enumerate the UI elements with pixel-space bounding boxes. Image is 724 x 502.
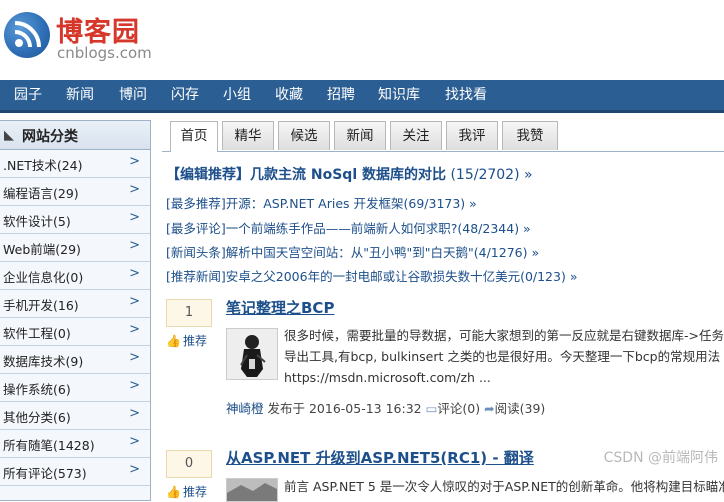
sidebar-item-label: 软件设计(5) xyxy=(3,214,71,229)
comment-icon: ▭ xyxy=(425,401,438,416)
thumb-up-icon: 👍 xyxy=(166,485,181,499)
sidebar-item-label: 其他分类(6) xyxy=(3,410,71,425)
sidebar-item-label: 企业信息化(0) xyxy=(3,270,84,285)
sidebar-item[interactable]: 企业信息化(0) > xyxy=(0,262,150,290)
main-nav: 园子 新闻 博问 闪存 小组 收藏 招聘 知识库 找找看 xyxy=(0,80,724,113)
post-comments[interactable]: 评论(0) xyxy=(437,401,480,416)
sidebar-item[interactable]: 所有评论(573) > xyxy=(0,458,150,486)
logo-text-en[interactable]: cnblogs.com xyxy=(57,44,152,62)
triangle-icon: ◣ xyxy=(4,128,14,143)
headline-item[interactable]: [最多评论]一个前端练手作品——前端新人如何求职?(48/2344) » xyxy=(166,218,531,237)
sidebar-item-label: 手机开发(16) xyxy=(3,298,79,313)
recommend-label: 推荐 xyxy=(182,334,207,348)
sidebar-item[interactable]: Web前端(29) > xyxy=(0,234,150,262)
sidebar-item-label: 所有随笔(1428) xyxy=(3,438,95,453)
recommend-label: 推荐 xyxy=(182,485,207,499)
chevron-right-icon: > xyxy=(129,238,140,253)
nav-search[interactable]: 找找看 xyxy=(445,80,487,110)
avatar[interactable] xyxy=(226,328,278,380)
chevron-right-icon: > xyxy=(129,462,140,477)
post-summary: 很多时候，需要批量的导数据，可能大家想到的第一反应就是右键数据库->任务->导 … xyxy=(284,325,724,388)
tab-my-comments[interactable]: 我评 xyxy=(446,121,498,150)
nav-ask[interactable]: 博问 xyxy=(119,80,147,110)
nav-group[interactable]: 小组 xyxy=(223,80,251,110)
nav-ing[interactable]: 闪存 xyxy=(171,80,199,110)
tab-news[interactable]: 新闻 xyxy=(334,121,386,150)
sidebar-item[interactable]: 手机开发(16) > xyxy=(0,290,150,318)
sidebar-item-label: 数据库技术(9) xyxy=(3,354,84,369)
sidebar-item[interactable]: 操作系统(6) > xyxy=(0,374,150,402)
watermark: CSDN @前端阿伟 xyxy=(603,450,718,466)
post-title[interactable]: 笔记整理之BCP xyxy=(226,297,334,318)
digg-count: 1 xyxy=(166,299,212,327)
recommend-button[interactable]: 👍 推荐 xyxy=(166,332,207,349)
tab-following[interactable]: 关注 xyxy=(390,121,442,150)
tab-home[interactable]: 首页 xyxy=(170,121,218,152)
avatar[interactable] xyxy=(226,478,278,502)
chevron-right-icon: > xyxy=(129,210,140,225)
headline-main[interactable]: 【编辑推荐】几款主流 NoSql 数据库的对比 (15/2702) » xyxy=(166,164,533,184)
tab-my-likes[interactable]: 我赞 xyxy=(502,121,558,150)
nav-kb[interactable]: 知识库 xyxy=(378,80,420,110)
sidebar-item-label: Web前端(29) xyxy=(3,242,81,257)
sidebar-item-label: 编程语言(29) xyxy=(3,186,79,201)
summary-line: 导出工具,有bcp, bulkinsert 之类的也是很好用。今天整理一下bcp… xyxy=(284,349,724,364)
sidebar-title: 网站分类 xyxy=(22,129,78,145)
chevron-right-icon: > xyxy=(129,154,140,169)
post-reads: 阅读(39) xyxy=(494,401,546,416)
headline-item[interactable]: [推荐新闻]安卓之父2006年的一封电邮或让谷歌损失数十亿美元(0/123) » xyxy=(166,266,577,285)
chevron-right-icon: > xyxy=(129,322,140,337)
tab-candidate[interactable]: 候选 xyxy=(278,121,330,150)
sidebar-item-label: .NET技术(24) xyxy=(3,158,83,173)
chevron-right-icon: > xyxy=(129,378,140,393)
sidebar-item-label: 操作系统(6) xyxy=(3,382,71,397)
chevron-right-icon: > xyxy=(129,294,140,309)
sidebar-item[interactable]: 软件工程(0) > xyxy=(0,318,150,346)
site-header: 博客园 cnblogs.com xyxy=(0,0,724,80)
chevron-right-icon: > xyxy=(129,266,140,281)
headline-item[interactable]: [最多推荐]开源：ASP.NET Aries 开发框架(69/3173) » xyxy=(166,193,477,212)
post-meta: 神崎橙 发布于 2016-05-13 16:32 ▭评论(0) ➦阅读(39) xyxy=(226,398,545,417)
sidebar-item[interactable]: .NET技术(24) > xyxy=(0,150,150,178)
chevron-right-icon: > xyxy=(129,406,140,421)
post-date: 发布于 2016-05-13 16:32 xyxy=(267,401,422,416)
headline-count: (15/2702) » xyxy=(450,167,533,183)
nav-yuanzi[interactable]: 园子 xyxy=(14,80,42,110)
nav-news[interactable]: 新闻 xyxy=(66,80,94,110)
category-sidebar: ◣ 网站分类 .NET技术(24) > 编程语言(29) > 软件设计(5) > We… xyxy=(0,120,151,501)
headline-tag: 【编辑推荐】 xyxy=(166,167,250,183)
chevron-right-icon: > xyxy=(129,350,140,365)
headline-item[interactable]: [新闻头条]解析中国天宫空间站：从"丑小鸭"到"白天鹅"(4/1276) » xyxy=(166,242,539,261)
post-author[interactable]: 神崎橙 xyxy=(226,401,264,416)
headline-title: 几款主流 NoSql 数据库的对比 xyxy=(250,167,446,183)
chevron-right-icon: > xyxy=(129,434,140,449)
thumb-up-icon: 👍 xyxy=(166,334,181,348)
summary-line: 前言 ASP.NET 5 是一次令人惊叹的对于ASP.NET的创新革命。他将构建… xyxy=(284,479,724,494)
nav-jobs[interactable]: 招聘 xyxy=(327,80,355,110)
digg-count: 0 xyxy=(166,450,212,478)
post-summary: 前言 ASP.NET 5 是一次令人惊叹的对于ASP.NET的创新革命。他将构建… xyxy=(284,476,724,497)
summary-line: https://msdn.microsoft.com/zh ... xyxy=(284,370,491,385)
post-tabs: 首页 精华 候选 新闻 关注 我评 我赞 xyxy=(162,121,724,152)
recommend-button[interactable]: 👍 推荐 xyxy=(166,483,207,500)
sidebar-item-label: 所有评论(573) xyxy=(3,466,87,481)
post-title[interactable]: 从ASP.NET 升级到ASP.NET5(RC1) - 翻译 xyxy=(226,447,534,468)
sidebar-header: ◣ 网站分类 xyxy=(0,121,150,150)
nav-favorites[interactable]: 收藏 xyxy=(275,80,303,110)
chevron-right-icon: > xyxy=(129,182,140,197)
sidebar-item-label: 软件工程(0) xyxy=(3,326,71,341)
rss-logo-icon[interactable] xyxy=(4,12,50,58)
tab-featured[interactable]: 精华 xyxy=(222,121,274,150)
sidebar-item[interactable]: 其他分类(6) > xyxy=(0,402,150,430)
sidebar-item[interactable]: 数据库技术(9) > xyxy=(0,346,150,374)
sidebar-item[interactable]: 编程语言(29) > xyxy=(0,178,150,206)
sidebar-item[interactable]: 所有随笔(1428) > xyxy=(0,430,150,458)
summary-line: 很多时候，需要批量的导数据，可能大家想到的第一反应就是右键数据库->任务->导 xyxy=(284,328,724,343)
read-icon: ➦ xyxy=(484,401,495,416)
sidebar-item[interactable]: 软件设计(5) > xyxy=(0,206,150,234)
